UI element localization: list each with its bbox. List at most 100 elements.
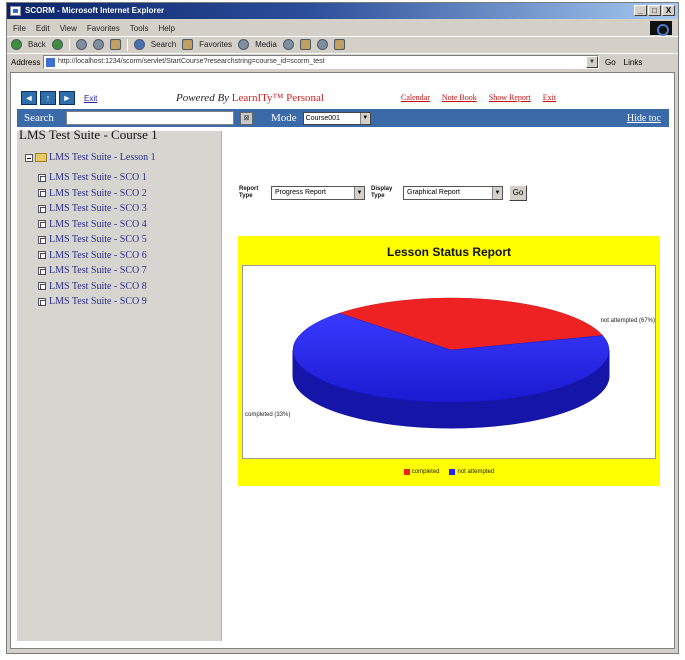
- browser-toolbar: Back Search Favorites Media: [7, 36, 678, 52]
- menu-help[interactable]: Help: [158, 24, 174, 33]
- favorites-toolbar-button[interactable]: Favorites: [199, 40, 232, 49]
- search-go-button[interactable]: ⊠: [240, 111, 253, 125]
- address-dropdown-arrow[interactable]: ▼: [586, 56, 598, 68]
- sco-icon: [38, 297, 46, 306]
- address-label: Address: [11, 57, 41, 67]
- sco-icon: [38, 220, 46, 229]
- legend-label-not-attempted: not attempted: [457, 469, 495, 475]
- menu-tools[interactable]: Tools: [130, 24, 149, 33]
- toc-root-label: LMS Test Suite - Lesson 1: [49, 152, 156, 163]
- display-type-value: Graphical Report: [407, 189, 460, 196]
- edit-icon[interactable]: [333, 39, 345, 50]
- page-content: ◄ ↑ ► Exit Powered By LearnITy™ Personal…: [10, 72, 675, 649]
- report-type-value: Progress Report: [275, 189, 326, 196]
- exit-link[interactable]: Exit: [543, 93, 556, 102]
- toc-up-button[interactable]: ↑: [40, 91, 56, 105]
- prev-button[interactable]: ◄: [21, 91, 37, 105]
- slice-label-not-attempted: not attempted (67%): [601, 318, 655, 324]
- toc-root-item[interactable]: LMS Test Suite - Lesson 1: [25, 152, 156, 163]
- mode-select[interactable]: Course001 ▼: [302, 111, 371, 125]
- menu-file[interactable]: File: [13, 24, 26, 33]
- forward-icon[interactable]: [51, 39, 63, 50]
- toc-item[interactable]: LMS Test Suite - SCO 6: [38, 248, 147, 264]
- close-button[interactable]: X: [662, 5, 675, 16]
- display-type-select[interactable]: Graphical Report ▼: [403, 186, 503, 200]
- toolbar-separator: [68, 38, 70, 51]
- search-icon[interactable]: [133, 39, 145, 50]
- show-report-link[interactable]: Show Report: [489, 93, 531, 102]
- stop-icon[interactable]: [75, 39, 87, 50]
- legend-swatch-completed: [403, 469, 410, 475]
- report-title: Lesson Status Report: [386, 245, 512, 259]
- toc-item[interactable]: LMS Test Suite - SCO 3: [38, 201, 147, 217]
- toc-list: LMS Test Suite - SCO 1 LMS Test Suite - …: [38, 170, 147, 310]
- toc-title: LMS Test Suite - Course 1: [19, 127, 158, 142]
- collapse-icon[interactable]: [25, 153, 33, 162]
- chevron-down-icon: ▼: [359, 112, 370, 124]
- home-icon[interactable]: [109, 39, 121, 50]
- toc-item[interactable]: LMS Test Suite - SCO 8: [38, 279, 147, 295]
- toc-item[interactable]: LMS Test Suite - SCO 7: [38, 263, 147, 279]
- next-button[interactable]: ►: [59, 91, 75, 105]
- report-controls: Report Type Progress Report ▼ Display Ty…: [239, 185, 527, 201]
- toc-item[interactable]: LMS Test Suite - SCO 4: [38, 217, 147, 233]
- address-url: http://localhost:1234/scorm/servlet/Star…: [58, 58, 325, 65]
- toc-item[interactable]: LMS Test Suite - SCO 9: [38, 294, 147, 310]
- sco-icon: [38, 173, 46, 182]
- menu-view[interactable]: View: [60, 24, 77, 33]
- calendar-link[interactable]: Calendar: [401, 93, 430, 102]
- links-button[interactable]: Links: [624, 58, 643, 67]
- sco-icon: [38, 282, 46, 291]
- minimize-button[interactable]: _: [634, 5, 647, 16]
- sco-icon: [38, 204, 46, 213]
- toc-item-label: LMS Test Suite - SCO 8: [49, 280, 147, 292]
- sco-icon: [38, 266, 46, 275]
- search-bar: Search ⊠ Mode Course001 ▼ Hide toc: [17, 109, 669, 127]
- slice-label-completed: completed (33%): [245, 412, 290, 418]
- sco-icon: [38, 251, 46, 260]
- toc-item[interactable]: LMS Test Suite - SCO 1: [38, 170, 147, 186]
- chart-area: completed (33%) not attempted (67%): [242, 265, 656, 459]
- favorites-icon[interactable]: [182, 39, 194, 50]
- toc-item-label: LMS Test Suite - SCO 3: [49, 203, 147, 215]
- media-icon[interactable]: [238, 39, 250, 50]
- back-icon[interactable]: [11, 39, 22, 50]
- search-input[interactable]: [66, 111, 234, 125]
- notebook-link[interactable]: Note Book: [442, 93, 477, 102]
- mode-label: Mode: [271, 112, 297, 124]
- back-button[interactable]: Back: [28, 40, 46, 49]
- toc-item-label: LMS Test Suite - SCO 2: [49, 187, 147, 199]
- mode-value: Course001: [305, 114, 340, 122]
- media-toolbar-button[interactable]: Media: [255, 40, 277, 49]
- maximize-button[interactable]: □: [648, 5, 661, 16]
- mail-icon[interactable]: [299, 39, 311, 50]
- legend-label-completed: completed: [411, 469, 440, 475]
- sco-icon: [38, 189, 46, 198]
- history-icon[interactable]: [282, 39, 294, 50]
- legend-item-completed: completed: [403, 469, 440, 475]
- search-toolbar-button[interactable]: Search: [151, 40, 176, 49]
- toc-item[interactable]: LMS Test Suite - SCO 5: [38, 232, 147, 248]
- print-icon[interactable]: [316, 39, 328, 50]
- menu-edit[interactable]: Edit: [36, 24, 50, 33]
- refresh-icon[interactable]: [92, 39, 104, 50]
- toc-item-label: LMS Test Suite - SCO 6: [49, 249, 147, 261]
- page-icon: [46, 58, 55, 67]
- go-button[interactable]: Go: [605, 58, 616, 67]
- address-input[interactable]: http://localhost:1234/scorm/servlet/Star…: [43, 55, 599, 69]
- report-type-select[interactable]: Progress Report ▼: [271, 186, 365, 200]
- hide-toc-link[interactable]: Hide toc: [627, 113, 661, 124]
- browser-window: SCORM - Microsoft Internet Explorer _ □ …: [6, 2, 679, 654]
- title-bar: SCORM - Microsoft Internet Explorer _ □ …: [7, 3, 678, 19]
- powered-by: Powered By LearnITy™ Personal: [176, 92, 324, 104]
- top-links: Calendar Note Book Show Report Exit: [401, 93, 556, 102]
- menu-favorites[interactable]: Favorites: [87, 24, 120, 33]
- chart-legend: completed not attempted: [238, 469, 660, 475]
- exit-nav-link[interactable]: Exit: [84, 94, 97, 103]
- pie-chart: completed (33%) not attempted (67%): [245, 297, 655, 429]
- toc-item[interactable]: LMS Test Suite - SCO 2: [38, 186, 147, 202]
- report-go-button[interactable]: Go: [509, 185, 527, 201]
- report-type-label: Report Type: [239, 186, 259, 199]
- report-panel: Lesson Status Report completed (33%) not …: [238, 236, 660, 486]
- toc-item-label: LMS Test Suite - SCO 1: [49, 172, 147, 184]
